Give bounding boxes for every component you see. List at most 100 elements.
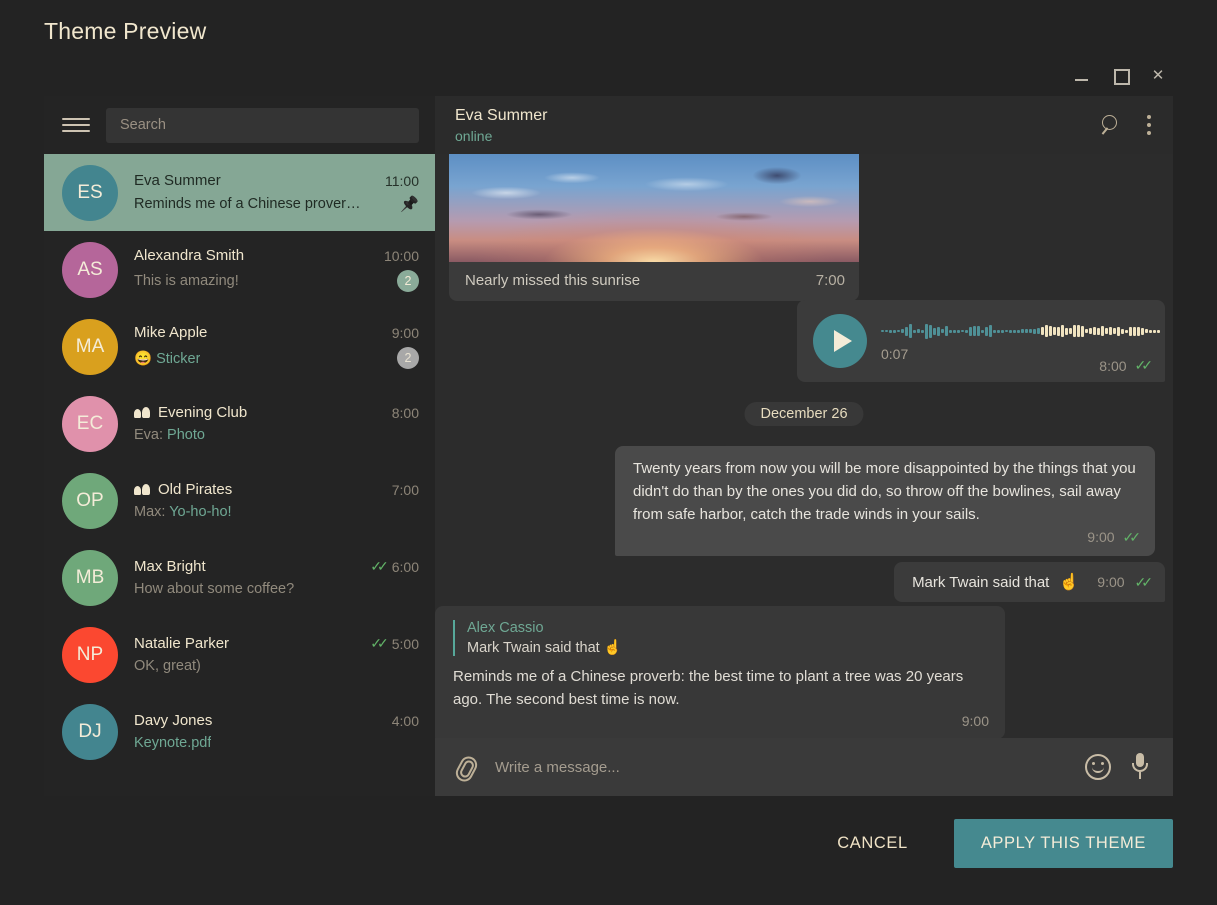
- message-timestamp: 9:00: [961, 713, 989, 729]
- cancel-button[interactable]: CANCEL: [837, 834, 908, 853]
- waveform-bar: [929, 324, 932, 338]
- sidebar: Search ES Eva Summer 11:00 Reminds me of a …: [44, 96, 435, 796]
- voice-timestamp: 8:00: [1099, 357, 1127, 374]
- chat-item-preview-row: Reminds me of a Chinese prover… 📌: [134, 195, 419, 213]
- photo-caption: Nearly missed this sunrise: [465, 272, 641, 289]
- waveform-bar: [1081, 325, 1084, 337]
- chat-list-item[interactable]: OP Old Pirates 7:00 Max: Yo-ho-ho!: [44, 462, 435, 539]
- read-receipt-icon: ✓✓: [370, 635, 389, 651]
- chat-item-preview-row: Max: Yo-ho-ho!: [134, 504, 419, 520]
- minimize-button[interactable]: [1071, 64, 1093, 86]
- close-icon[interactable]: ✕: [1147, 64, 1169, 86]
- chat-list-item[interactable]: DJ Davy Jones 4:00 Keynote.pdf: [44, 693, 435, 770]
- search-placeholder: Search: [120, 117, 166, 133]
- chat-list[interactable]: ES Eva Summer 11:00 Reminds me of a Chinese…: [44, 154, 435, 796]
- avatar: MB: [62, 549, 118, 606]
- chat-item-body: Alexandra Smith 10:00 This is amazing! 2: [134, 247, 419, 292]
- message-meta: 9:00 ✓✓: [633, 529, 1141, 546]
- message-photo[interactable]: Nearly missed this sunrise 7:00: [449, 154, 859, 301]
- chat-list-item[interactable]: ES Eva Summer 11:00 Reminds me of a Chinese…: [44, 154, 435, 231]
- footer-actions: CANCEL APPLY THIS THEME: [837, 819, 1173, 868]
- chat-item-time: 10:00: [383, 247, 419, 264]
- quoted-text-row: Mark Twain said that ☝: [467, 639, 989, 656]
- chat-item-name: Eva Summer: [134, 172, 221, 189]
- chat-item-time: ✓✓ 5:00: [370, 635, 419, 652]
- quoted-message[interactable]: Alex Cassio Mark Twain said that ☝: [453, 620, 989, 656]
- chat-item-title-row: Max Bright ✓✓ 6:00: [134, 558, 419, 575]
- waveform-bar: [985, 326, 988, 336]
- chat-item-title-row: Mike Apple 9:00: [134, 324, 419, 341]
- preview-text: Sticker: [156, 350, 201, 367]
- waveform-bar: [917, 329, 920, 333]
- chat-header: Eva Summer online: [435, 96, 1173, 154]
- chat-item-body: Mike Apple 9:00 😄 Sticker 2: [134, 324, 419, 369]
- voice-waveform[interactable]: [881, 320, 1160, 342]
- preview-text: Photo: [167, 427, 205, 443]
- waveform-bar: [1121, 328, 1124, 334]
- chat-item-time: 4:00: [391, 712, 419, 729]
- waveform-bar: [913, 329, 916, 333]
- pin-icon: 📌: [400, 196, 419, 213]
- voice-meta: 8:00 ✓✓: [1099, 357, 1153, 374]
- chat-item-body: Old Pirates 7:00 Max: Yo-ho-ho!: [134, 481, 419, 520]
- waveform-bar: [1105, 328, 1108, 334]
- chat-item-preview-row: Eva: Photo: [134, 427, 419, 443]
- chat-list-item[interactable]: EC Evening Club 8:00 Eva: Photo: [44, 385, 435, 462]
- chat-item-preview-row: This is amazing! 2: [134, 270, 419, 292]
- waveform-bar: [973, 326, 976, 336]
- waveform-bar: [977, 326, 980, 336]
- apply-theme-button[interactable]: APPLY THIS THEME: [953, 819, 1173, 868]
- chat-item-title-row: Alexandra Smith 10:00: [134, 247, 419, 264]
- chat-list-item[interactable]: MB Max Bright ✓✓ 6:00 How about some coffee?: [44, 539, 435, 616]
- preview-text: Keynote.pdf: [134, 735, 212, 751]
- chat-header-actions: [1101, 115, 1151, 135]
- chat-list-item[interactable]: MA Mike Apple 9:00 😄 Sticker 2: [44, 308, 435, 385]
- more-vertical-icon[interactable]: [1147, 115, 1151, 135]
- play-icon[interactable]: [813, 314, 867, 368]
- microphone-icon[interactable]: [1129, 753, 1151, 781]
- waveform-bar: [953, 329, 956, 333]
- maximize-button[interactable]: [1109, 64, 1131, 86]
- waveform-bar: [961, 330, 964, 332]
- chat-item-title-row: Evening Club 8:00: [134, 404, 419, 421]
- message-reply[interactable]: Alex Cassio Mark Twain said that ☝ Remin…: [435, 606, 1005, 738]
- waveform-bar: [1093, 327, 1096, 335]
- search-input[interactable]: Search: [106, 107, 419, 143]
- waveform-bar: [1009, 329, 1012, 333]
- message-meta: 9:00: [453, 713, 989, 729]
- waveform-bar: [1097, 327, 1100, 335]
- chat-list-item[interactable]: NP Natalie Parker ✓✓ 5:00 OK, great): [44, 616, 435, 693]
- waveform-bar: [945, 326, 948, 336]
- chat-item-preview: OK, great): [134, 658, 201, 674]
- message-outgoing[interactable]: Mark Twain said that ☝ 9:00 ✓✓: [894, 562, 1165, 602]
- message-voice[interactable]: 0:07 8:00 ✓✓: [797, 300, 1165, 382]
- waveform-bar: [885, 330, 888, 332]
- waveform-bar: [1113, 328, 1116, 334]
- waveform-bar: [1153, 329, 1156, 333]
- waveform-bar: [937, 326, 940, 336]
- message-incoming[interactable]: Twenty years from now you will be more d…: [615, 446, 1155, 556]
- chat-item-name: Evening Club: [158, 404, 248, 421]
- waveform-bar: [1041, 327, 1044, 335]
- quoted-author: Alex Cassio: [467, 620, 544, 636]
- waveform-bar: [1157, 329, 1160, 333]
- waveform-bar: [1117, 326, 1120, 336]
- message-timestamp: 9:00: [1087, 529, 1115, 546]
- chat-item-body: Natalie Parker ✓✓ 5:00 OK, great): [134, 635, 419, 674]
- group-icon: [134, 484, 150, 495]
- hamburger-icon[interactable]: [62, 115, 90, 135]
- paperclip-icon[interactable]: [455, 754, 477, 780]
- waveform-bar: [893, 329, 896, 333]
- avatar: NP: [62, 626, 118, 683]
- waveform-bar: [901, 329, 904, 333]
- smiley-icon[interactable]: [1085, 754, 1111, 780]
- messenger-app: Search ES Eva Summer 11:00 Reminds me of a …: [44, 96, 1173, 796]
- chat-item-name: Max Bright: [134, 558, 206, 575]
- chat-item-title-row: Natalie Parker ✓✓ 5:00: [134, 635, 419, 652]
- chat-list-item[interactable]: AS Alexandra Smith 10:00 This is amazing! 2: [44, 231, 435, 308]
- waveform-bar: [897, 330, 900, 332]
- waveform-bar: [921, 329, 924, 333]
- search-icon[interactable]: [1101, 115, 1121, 135]
- waveform-bar: [1069, 328, 1072, 334]
- message-input[interactable]: Write a message...: [495, 759, 1067, 776]
